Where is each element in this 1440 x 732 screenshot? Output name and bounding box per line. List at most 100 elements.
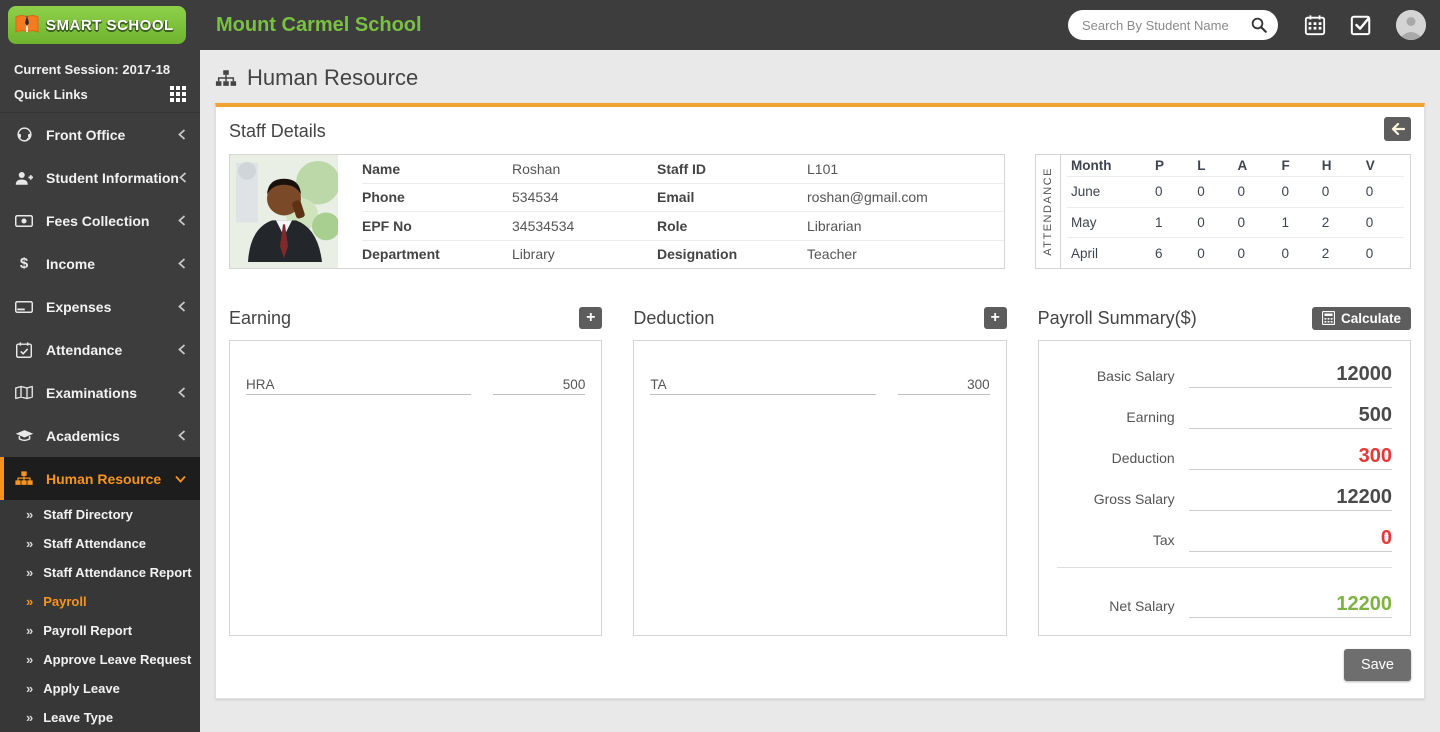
deduction-name-input[interactable] bbox=[650, 375, 875, 395]
sitemap-icon bbox=[14, 470, 34, 488]
sidebar-item-examinations[interactable]: Examinations bbox=[0, 371, 200, 414]
payroll-value: 0 bbox=[1189, 527, 1392, 552]
deduction-row bbox=[650, 375, 989, 395]
payroll-summary-pane: Basic Salary 12000 Earning 500 Deduction… bbox=[1038, 340, 1411, 636]
main-content: Human Resource Staff Details bbox=[200, 50, 1440, 723]
deduction-column: Deduction + bbox=[633, 305, 1006, 636]
attendance-row: May100120 bbox=[1067, 207, 1404, 238]
earning-title: Earning bbox=[229, 308, 291, 329]
quick-links-label: Quick Links bbox=[14, 87, 88, 102]
dollar-icon: $ bbox=[14, 255, 34, 273]
chevron-left-icon bbox=[179, 172, 187, 183]
earning-amount-input[interactable] bbox=[493, 375, 585, 395]
earning-column: Earning + bbox=[229, 305, 602, 636]
calendar-icon[interactable] bbox=[1304, 14, 1326, 36]
top-bar: SMART SCHOOL Mount Carmel School bbox=[0, 0, 1440, 50]
staff-info-box: NameRoshan Staff IDL101 Phone534534 Emai… bbox=[229, 154, 1005, 269]
submenu-item-leave-type[interactable]: »Leave Type bbox=[0, 703, 200, 732]
net-salary-field: Net Salary 12200 bbox=[1057, 570, 1392, 618]
net-salary-value: 12200 bbox=[1189, 593, 1392, 618]
add-deduction-button[interactable]: + bbox=[984, 307, 1007, 329]
attendance-summary-box: ATTENDANCE Month P L A F H V bbox=[1035, 154, 1411, 269]
staff-details-title: Staff Details bbox=[229, 121, 1411, 142]
payroll-value: 12200 bbox=[1189, 486, 1392, 511]
search-icon[interactable] bbox=[1250, 16, 1268, 34]
sidebar-item-expenses[interactable]: Expenses bbox=[0, 285, 200, 328]
map-icon bbox=[14, 384, 34, 402]
quick-links[interactable]: Quick Links bbox=[14, 86, 186, 102]
calendar-check-icon bbox=[14, 341, 34, 359]
chevron-left-icon bbox=[178, 344, 186, 355]
submenu-item-approve-leave-request[interactable]: »Approve Leave Request bbox=[0, 645, 200, 674]
calculator-icon bbox=[1322, 311, 1335, 325]
sidebar-item-fees-collection[interactable]: Fees Collection bbox=[0, 199, 200, 242]
submenu-item-payroll-report[interactable]: »Payroll Report bbox=[0, 616, 200, 645]
user-plus-icon bbox=[14, 169, 34, 187]
submenu-item-payroll[interactable]: »Payroll bbox=[0, 587, 200, 616]
deduction-pane bbox=[633, 340, 1006, 636]
attendance-header-row: Month P L A F H V bbox=[1067, 155, 1404, 177]
current-session-label: Current Session: 2017-18 bbox=[14, 62, 186, 77]
double-arrow-icon: » bbox=[26, 652, 33, 667]
search-input[interactable] bbox=[1068, 10, 1278, 40]
double-arrow-icon: » bbox=[26, 681, 33, 696]
save-button[interactable]: Save bbox=[1344, 649, 1411, 681]
double-arrow-icon: » bbox=[26, 565, 33, 580]
money-icon bbox=[14, 212, 34, 230]
sidebar-item-front-office[interactable]: Front Office bbox=[0, 113, 200, 156]
credit-card-icon bbox=[14, 298, 34, 316]
deduction-title: Deduction bbox=[633, 308, 714, 329]
sidebar-menu: Front Office Student Information Fees Co… bbox=[0, 113, 200, 500]
logo-pill: SMART SCHOOL bbox=[8, 6, 186, 44]
submenu-item-staff-directory[interactable]: »Staff Directory bbox=[0, 500, 200, 529]
staff-details-card: Staff Details NameRoshan bbox=[215, 103, 1425, 699]
task-check-icon[interactable] bbox=[1350, 14, 1372, 36]
sitemap-icon bbox=[215, 69, 237, 88]
sidebar: Current Session: 2017-18 Quick Links Fro… bbox=[0, 50, 200, 723]
chevron-left-icon bbox=[178, 387, 186, 398]
book-logo-icon bbox=[14, 13, 40, 37]
sidebar-item-academics[interactable]: Academics bbox=[0, 414, 200, 457]
chevron-left-icon bbox=[178, 430, 186, 441]
submenu-item-apply-leave[interactable]: »Apply Leave bbox=[0, 674, 200, 703]
staff-row: DepartmentLibrary DesignationTeacher bbox=[362, 241, 1004, 269]
deduction-amount-input[interactable] bbox=[898, 375, 990, 395]
graduation-cap-icon bbox=[14, 427, 34, 445]
attendance-row: June000000 bbox=[1067, 177, 1404, 208]
payroll-value: 12000 bbox=[1189, 363, 1392, 388]
attendance-table: Month P L A F H V June000000 bbox=[1067, 155, 1404, 268]
sidebar-item-human-resource[interactable]: Human Resource bbox=[0, 457, 200, 500]
school-name: Mount Carmel School bbox=[216, 14, 1068, 37]
chevron-left-icon bbox=[178, 129, 186, 140]
sidebar-item-attendance[interactable]: Attendance bbox=[0, 328, 200, 371]
payroll-field: Earning 500 bbox=[1057, 388, 1392, 429]
earning-name-input[interactable] bbox=[246, 375, 471, 395]
page-title: Human Resource bbox=[247, 65, 418, 91]
grid-icon[interactable] bbox=[170, 86, 186, 102]
payroll-field: Deduction 300 bbox=[1057, 429, 1392, 470]
student-search bbox=[1068, 10, 1278, 40]
earning-pane bbox=[229, 340, 602, 636]
sidebar-item-student-information[interactable]: Student Information bbox=[0, 156, 200, 199]
payroll-field: Tax 0 bbox=[1057, 511, 1392, 552]
chevron-left-icon bbox=[178, 258, 186, 269]
back-button[interactable] bbox=[1384, 117, 1411, 141]
human-resource-submenu: »Staff Directory »Staff Attendance »Staf… bbox=[0, 500, 200, 732]
payroll-summary-column: Payroll Summary($) Calculate Basic Salar… bbox=[1038, 305, 1411, 636]
chevron-down-icon bbox=[175, 475, 186, 483]
double-arrow-icon: » bbox=[26, 536, 33, 551]
submenu-item-staff-attendance-report[interactable]: »Staff Attendance Report bbox=[0, 558, 200, 587]
submenu-item-staff-attendance[interactable]: »Staff Attendance bbox=[0, 529, 200, 558]
session-block: Current Session: 2017-18 Quick Links bbox=[0, 50, 200, 113]
page-header: Human Resource bbox=[215, 65, 1425, 91]
add-earning-button[interactable]: + bbox=[579, 307, 602, 329]
staff-photo bbox=[230, 155, 338, 268]
user-avatar[interactable] bbox=[1396, 10, 1426, 40]
calculate-button[interactable]: Calculate bbox=[1312, 307, 1411, 330]
app-logo[interactable]: SMART SCHOOL bbox=[0, 0, 200, 50]
divider bbox=[1057, 567, 1392, 568]
staff-row: Phone534534 Emailroshan@gmail.com bbox=[362, 184, 1004, 213]
chevron-left-icon bbox=[178, 301, 186, 312]
payroll-field: Gross Salary 12200 bbox=[1057, 470, 1392, 511]
sidebar-item-income[interactable]: $ Income bbox=[0, 242, 200, 285]
